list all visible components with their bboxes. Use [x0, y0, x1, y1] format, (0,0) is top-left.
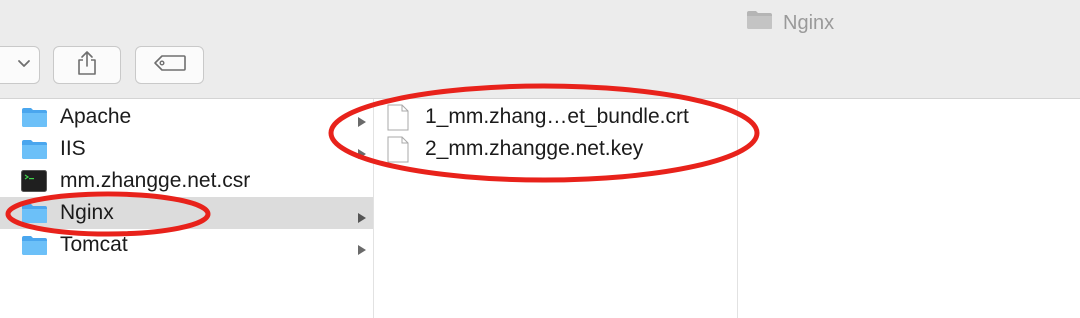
annotation-overlay	[5, 83, 760, 237]
annotation-ellipse-nginx	[5, 191, 211, 237]
annotation-ellipse-files	[328, 83, 760, 183]
